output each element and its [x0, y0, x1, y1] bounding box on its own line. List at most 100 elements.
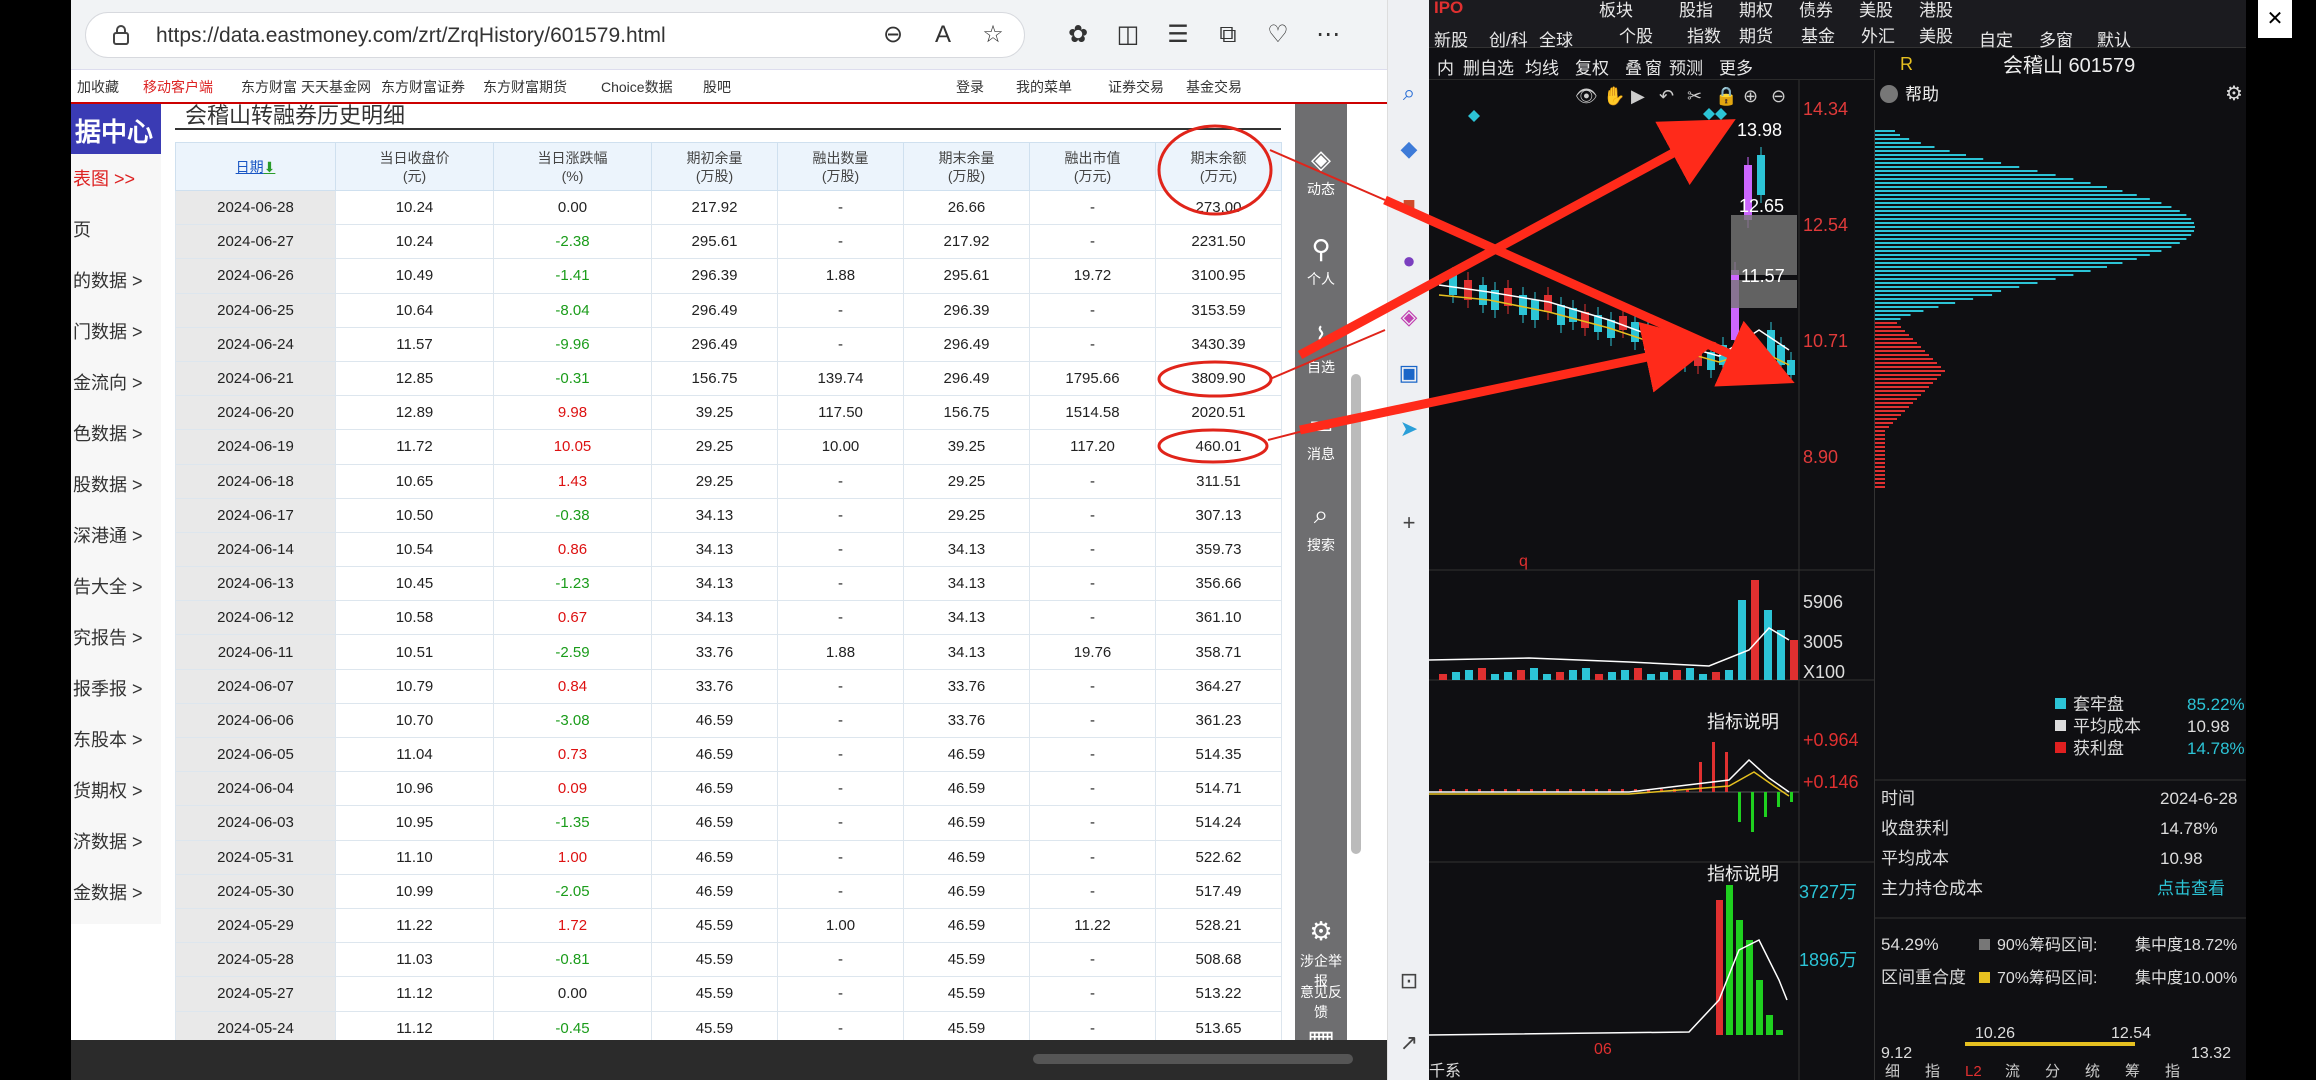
left-menu-item-13[interactable]: 济数据 >	[71, 817, 161, 868]
add-icon[interactable]: +	[1388, 510, 1430, 536]
horizontal-scrollbar[interactable]	[1033, 1054, 1353, 1064]
people-icon[interactable]: ●	[1388, 248, 1430, 274]
float-sidebar-item-3[interactable]: ▭ 消息	[1295, 409, 1347, 464]
chart-toolbar-item-3[interactable]: 复权	[1575, 54, 1609, 79]
nav-item-11[interactable]: 基金交易	[1186, 77, 1242, 97]
split-screen-icon[interactable]: ◫	[1111, 18, 1145, 52]
left-menu-item-3[interactable]: 门数据 >	[71, 307, 161, 358]
left-menu-item-1[interactable]: 页	[71, 205, 161, 256]
help-icon[interactable]	[1880, 85, 1898, 103]
search-icon[interactable]: ⌕	[1388, 80, 1430, 106]
stock-menu-item-10[interactable]: 债券	[1799, 0, 1833, 21]
chip-bar	[1875, 214, 2187, 216]
stock-menu-item-15[interactable]: 美股	[1919, 22, 1953, 47]
nav-item-8[interactable]: 登录	[956, 77, 984, 97]
stock-menu-item-0[interactable]: IPO	[1434, 0, 1463, 18]
chip-bar	[1875, 346, 1921, 348]
nav-item-6[interactable]: Choice数据	[601, 77, 673, 97]
chart-toolbar-item-7[interactable]: 更多	[1719, 54, 1753, 79]
nav-item-5[interactable]: 东方财富期货	[483, 77, 567, 97]
tag-icon[interactable]: ◆	[1388, 136, 1430, 162]
vertical-scrollbar[interactable]	[1351, 374, 1361, 854]
left-menu-item-4[interactable]: 金流向 >	[71, 358, 161, 409]
nav-item-3[interactable]: 天天基金网	[301, 77, 371, 97]
url-text[interactable]: https://data.eastmoney.com/zrt/ZrqHistor…	[156, 24, 666, 48]
stock-menu-item-14[interactable]: 港股	[1919, 0, 1953, 21]
nav-item-10[interactable]: 证券交易	[1108, 77, 1164, 97]
extensions-icon[interactable]: ✿	[1061, 18, 1095, 52]
chart-toolbar-item-2[interactable]: 均线	[1525, 54, 1559, 79]
left-menu-item-10[interactable]: 报季报 >	[71, 664, 161, 715]
float-sidebar-item-1[interactable]: ⚲ 个人	[1295, 234, 1347, 289]
favorites-icon[interactable]: ☰	[1161, 18, 1195, 52]
left-menu-item-8[interactable]: 告大全 >	[71, 562, 161, 613]
read-aloud-icon[interactable]: A	[926, 18, 960, 52]
table-header-line1: 当日涨跌幅	[537, 149, 608, 166]
external-link-icon[interactable]: ↗	[1388, 1030, 1430, 1056]
stock-menu-item-11[interactable]: 基金	[1801, 22, 1835, 47]
left-menu-item-7[interactable]: 深港通 >	[71, 511, 161, 562]
float-sidebar-item-2[interactable]: ⌇ 自选	[1295, 322, 1347, 377]
stock-menu-item-17[interactable]: 多窗	[2039, 26, 2073, 51]
briefcase-icon[interactable]: ■	[1388, 192, 1430, 218]
send-icon[interactable]: ➤	[1388, 416, 1430, 442]
nav-item-1[interactable]: 移动客户端	[143, 77, 213, 97]
outlook-icon[interactable]: ▣	[1388, 360, 1430, 386]
stock-menu-item-9[interactable]: 期货	[1739, 22, 1773, 47]
nav-item-9[interactable]: 我的菜单	[1016, 77, 1072, 97]
float-sidebar-item-0[interactable]: ◈ 动态	[1295, 144, 1347, 199]
qr-code-icon[interactable]: ▦	[1295, 1024, 1347, 1040]
sort-arrow-icon[interactable]: ⬇	[264, 159, 276, 175]
nav-item-0[interactable]: 加收藏	[77, 77, 119, 97]
stock-menu-item-2[interactable]: 创/科	[1489, 26, 1528, 51]
left-menu-item-2[interactable]: 的数据 >	[71, 256, 161, 307]
date-sort-link[interactable]: 日期	[236, 159, 264, 175]
table-cell: -1.41	[493, 258, 652, 294]
left-menu-item-12[interactable]: 货期权 >	[71, 766, 161, 817]
more-menu-icon[interactable]: ⋯	[1311, 18, 1345, 52]
collections-icon[interactable]: ⧉	[1211, 18, 1245, 52]
table-header-0[interactable]: 日期⬇	[175, 142, 336, 191]
left-menu-item-5[interactable]: 色数据 >	[71, 409, 161, 460]
stock-menu-item-13[interactable]: 外汇	[1861, 22, 1895, 47]
stock-menu-item-16[interactable]: 自定	[1979, 26, 2013, 51]
screenshot-icon[interactable]: ⊡	[1388, 968, 1430, 994]
stock-menu-item-18[interactable]: 默认	[2097, 26, 2131, 51]
table-cell: 19.76	[1029, 634, 1156, 670]
nav-item-2[interactable]: 东方财富	[241, 77, 297, 97]
nav-item-7[interactable]: 股吧	[703, 77, 731, 97]
left-menu-item-14[interactable]: 金数据 >	[71, 868, 161, 919]
health-icon[interactable]: ♡	[1261, 18, 1295, 52]
left-menu-item-0[interactable]: 表图 >>	[71, 154, 161, 205]
url-box[interactable]: https://data.eastmoney.com/zrt/ZrqHistor…	[85, 12, 1025, 58]
stock-menu-item-6[interactable]: 股指	[1679, 0, 1713, 21]
float-sidebar-item-6[interactable]: 意见反馈	[1295, 982, 1347, 1022]
copilot-icon[interactable]: ◈	[1388, 304, 1430, 330]
stock-menu-item-7[interactable]: 指数	[1687, 22, 1721, 47]
float-sidebar-item-5[interactable]: ⚙ 涉企举报	[1295, 916, 1347, 991]
zoom-out-icon[interactable]: ⊖	[876, 18, 910, 52]
stock-menu-item-8[interactable]: 期权	[1739, 0, 1773, 21]
stock-menu-item-12[interactable]: 美股	[1859, 0, 1893, 21]
chart-toolbar-item-6[interactable]: 预测	[1669, 54, 1703, 79]
stock-menu-item-5[interactable]: 个股	[1619, 22, 1653, 47]
left-menu-item-11[interactable]: 东股本 >	[71, 715, 161, 766]
chart-toolbar-item-1[interactable]: 删自选	[1463, 54, 1514, 79]
nav-item-4[interactable]: 东方财富证券	[381, 77, 465, 97]
chart-toolbar-item-4[interactable]: 叠	[1625, 54, 1642, 79]
stock-menu-item-4[interactable]: 板块	[1599, 0, 1633, 21]
favorite-star-icon[interactable]: ☆	[976, 18, 1010, 52]
table-cell: 3100.95	[1155, 258, 1282, 294]
left-menu-item-9[interactable]: 究报告 >	[71, 613, 161, 664]
chart-toolbar-item-5[interactable]: 窗	[1645, 54, 1662, 79]
stock-menu-item-1[interactable]: 新股	[1434, 26, 1468, 51]
float-sidebar-item-4[interactable]: ⌕ 搜索	[1295, 499, 1347, 555]
close-icon[interactable]: ✕	[2258, 0, 2292, 38]
chart-toolbar-item-0[interactable]: 内	[1437, 54, 1454, 79]
table-cell: 2024-06-18	[175, 463, 336, 499]
chip-bar	[1875, 474, 1885, 476]
table-cell: -2.59	[493, 634, 652, 670]
left-menu-item-6[interactable]: 股数据 >	[71, 460, 161, 511]
table-row: 2024-05-28 11.03 -0.81 45.59-45.59-508.68	[175, 942, 1282, 978]
stock-menu-item-3[interactable]: 全球	[1539, 26, 1573, 51]
